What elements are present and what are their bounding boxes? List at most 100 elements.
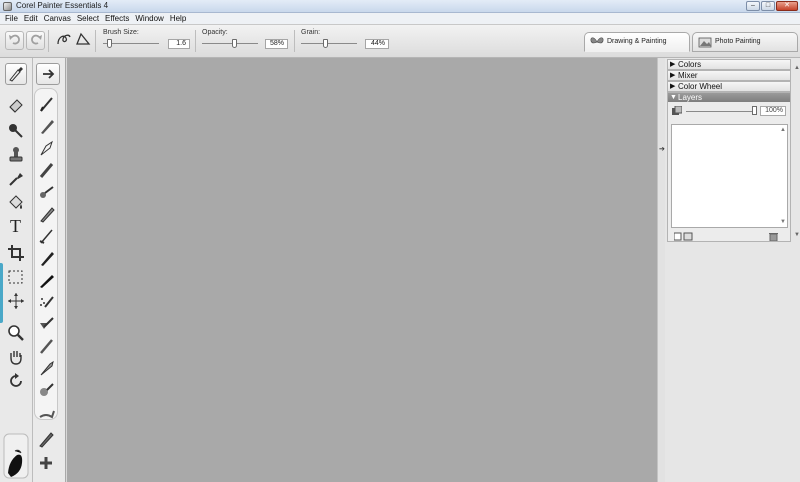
tab-drawing-painting[interactable]: Drawing & Painting <box>584 32 690 52</box>
panel-mixer[interactable]: ▶ Mixer <box>667 70 791 81</box>
brush-size-slider[interactable] <box>107 39 113 48</box>
brush-size-value[interactable]: 1.6 <box>168 39 190 49</box>
redo-icon <box>30 34 42 45</box>
airbrush-icon <box>40 186 54 198</box>
brush-variant[interactable] <box>35 428 57 450</box>
brush-variant[interactable] <box>36 269 58 291</box>
brush-variant[interactable] <box>36 115 58 137</box>
menu-effects[interactable]: Effects <box>104 13 134 24</box>
panel-layers-label: Layers <box>678 93 703 102</box>
menu-bar: File Edit Canvas Select Effects Window H… <box>0 13 800 25</box>
panel-color-wheel[interactable]: ▶ Color Wheel <box>667 81 791 92</box>
brush-variant[interactable] <box>36 335 58 357</box>
app-icon <box>3 2 12 11</box>
grain-track <box>301 43 357 44</box>
clone-stamp-tool[interactable] <box>5 144 27 166</box>
menu-window[interactable]: Window <box>134 13 168 24</box>
property-bar: Brush Size: 1.6 Opacity: 58% Grain: 44% … <box>0 25 800 58</box>
dropper-ball-tool[interactable] <box>5 120 27 142</box>
eraser-tool[interactable] <box>5 94 27 116</box>
maximize-button[interactable]: □ <box>761 1 775 11</box>
panel-scroll-down-icon[interactable]: ▼ <box>794 232 800 238</box>
opacity-value[interactable]: 58% <box>265 39 288 49</box>
layer-opacity-value[interactable]: 100% <box>760 106 786 116</box>
panel-collapse-strip[interactable] <box>657 58 665 482</box>
brush-variant[interactable] <box>36 203 58 225</box>
tab-photo-painting[interactable]: Photo Painting <box>692 32 798 52</box>
trash-icon[interactable] <box>769 232 778 241</box>
brush-variant[interactable] <box>36 357 58 379</box>
grain-value[interactable]: 44% <box>365 39 389 49</box>
rectangle-select-icon <box>8 270 23 284</box>
menu-edit[interactable]: Edit <box>23 13 43 24</box>
menu-file[interactable]: File <box>4 13 23 24</box>
grain-slider[interactable] <box>323 39 329 48</box>
stroke-type-freehand-button[interactable] <box>54 31 73 50</box>
separator <box>294 30 295 52</box>
close-button[interactable]: ✕ <box>776 1 798 11</box>
layer-list[interactable]: ▲ ▼ <box>671 124 788 228</box>
transform-tool[interactable] <box>5 290 27 312</box>
menu-select[interactable]: Select <box>76 13 104 24</box>
fan-brush-icon <box>40 317 54 329</box>
brush-variant[interactable] <box>36 137 58 159</box>
paint-bucket-tool[interactable] <box>5 192 27 214</box>
brush-variant[interactable] <box>36 247 58 269</box>
current-color-swatch[interactable] <box>3 433 29 479</box>
separator <box>95 30 96 52</box>
brush-variant[interactable] <box>36 225 58 247</box>
brush-tool[interactable] <box>5 63 27 85</box>
brush-variant[interactable] <box>36 313 58 335</box>
brush-variant[interactable] <box>36 181 58 203</box>
stroke-type-straight-button[interactable] <box>73 31 92 50</box>
add-brush-button[interactable] <box>35 452 57 474</box>
opacity-slider[interactable] <box>231 39 237 48</box>
rotate-icon <box>10 373 22 387</box>
panel-colors-label: Colors <box>678 60 702 69</box>
eyedropper-tool[interactable] <box>5 168 27 190</box>
rectangle-select-tool[interactable] <box>5 266 27 288</box>
text-tool[interactable]: T <box>5 214 27 236</box>
oil-brush-icon <box>40 207 55 223</box>
brush-icon <box>39 432 54 448</box>
butterfly-icon <box>590 37 604 44</box>
panel-scroll-up-icon[interactable]: ▲ <box>794 65 800 71</box>
toolbox-side-tab[interactable] <box>0 263 3 323</box>
flat-brush-icon <box>40 275 54 288</box>
brush-selector-toggle[interactable] <box>36 63 60 85</box>
undo-button[interactable] <box>5 31 24 50</box>
straight-line-icon <box>75 32 90 45</box>
eraser-icon <box>9 99 23 113</box>
collapse-arrow-icon[interactable]: ➔ <box>659 145 665 153</box>
brush-variant[interactable] <box>36 159 58 181</box>
grabber-tool[interactable] <box>5 346 27 368</box>
minimize-button[interactable]: – <box>746 1 760 11</box>
magnifier-tool[interactable] <box>5 322 27 344</box>
brush-variant[interactable] <box>36 291 58 313</box>
freehand-icon <box>56 34 71 45</box>
panel-colors[interactable]: ▶ Colors <box>667 59 791 70</box>
scroll-down-icon[interactable]: ▼ <box>780 219 786 225</box>
layer-composite-icon[interactable] <box>672 106 682 116</box>
undo-icon <box>8 34 20 45</box>
sponge-icon <box>40 383 54 396</box>
expanded-triangle-icon: ▼ <box>670 94 677 101</box>
chalk-icon <box>39 163 54 178</box>
toolbox: T <box>0 58 33 482</box>
brush-variant[interactable] <box>36 93 58 115</box>
crop-tool[interactable] <box>5 242 27 264</box>
stamp-icon <box>9 147 23 162</box>
smudge-icon <box>39 410 55 419</box>
rotate-page-tool[interactable] <box>5 370 27 392</box>
brush-variant[interactable] <box>36 379 58 401</box>
canvas-area[interactable] <box>67 58 657 482</box>
redo-button[interactable] <box>26 31 45 50</box>
brush-variant[interactable] <box>36 401 58 423</box>
panel-color-wheel-label: Color Wheel <box>678 82 723 91</box>
menu-help[interactable]: Help <box>169 13 191 24</box>
layer-opacity-slider[interactable] <box>752 106 757 115</box>
magnifier-icon <box>8 325 24 341</box>
menu-canvas[interactable]: Canvas <box>43 13 76 24</box>
scroll-up-icon[interactable]: ▲ <box>780 127 786 133</box>
new-layer-icon[interactable] <box>674 232 694 241</box>
